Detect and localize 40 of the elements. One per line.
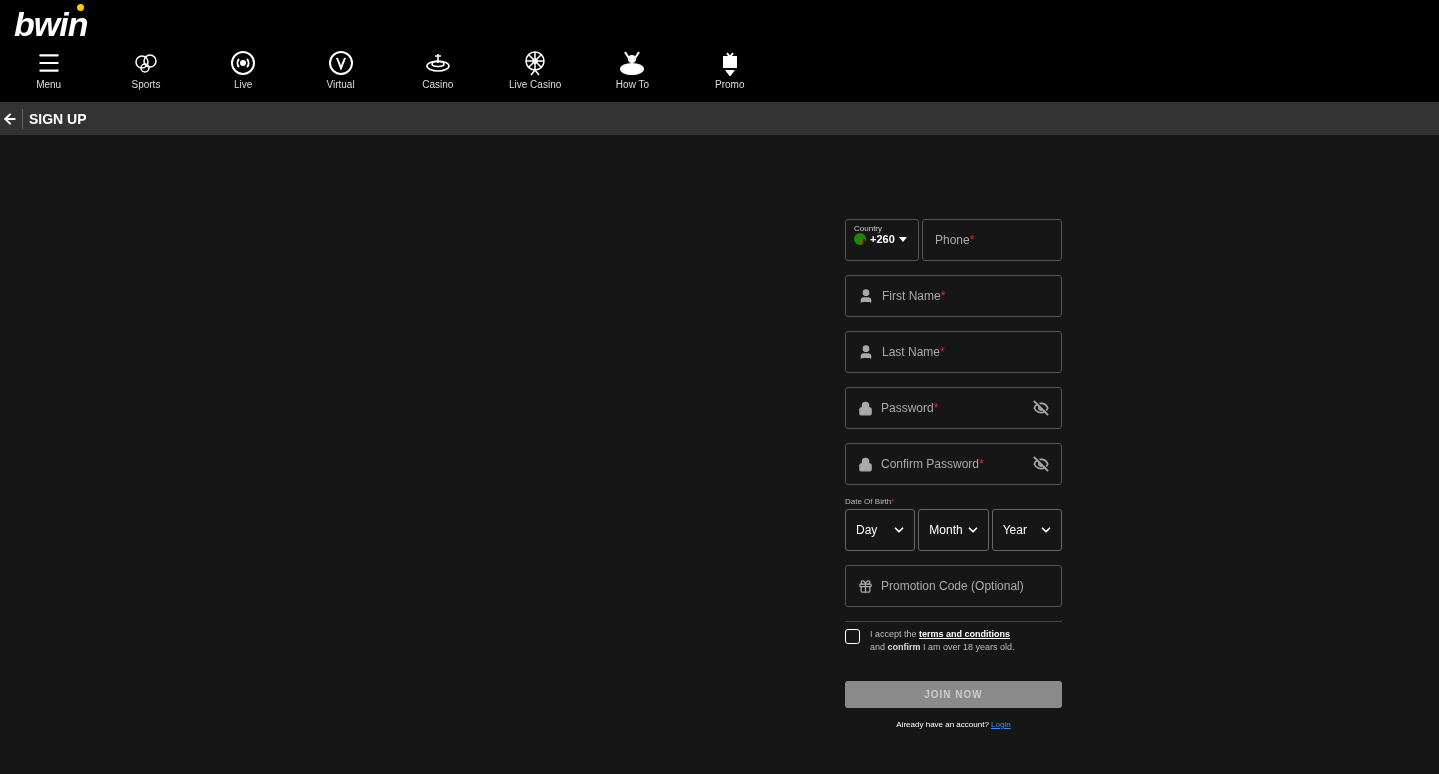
bwin-logo[interactable]: bwin xyxy=(14,7,88,41)
flag-icon xyxy=(854,233,866,245)
live-icon xyxy=(230,50,257,76)
lock-icon xyxy=(858,456,873,472)
figure-icon xyxy=(619,50,646,76)
eye-off-icon[interactable] xyxy=(1033,400,1049,416)
caret-icon xyxy=(898,236,907,242)
terms-checkbox[interactable] xyxy=(845,629,860,644)
country-code: +260 xyxy=(870,233,895,245)
login-link[interactable]: Login xyxy=(991,720,1011,729)
phone-field[interactable]: Phone* xyxy=(922,219,1062,261)
nav-item[interactable]: Live xyxy=(194,48,292,90)
name-field[interactable]: First Name* xyxy=(845,275,1062,317)
nav-item[interactable]: Live Casino xyxy=(486,48,584,90)
nav-item[interactable]: Promo xyxy=(681,48,779,90)
terms-text: I accept the terms and conditions and confirm I am over 18 years old. xyxy=(870,628,1015,654)
password-field[interactable]: Password* xyxy=(845,387,1062,429)
virtual-icon xyxy=(327,50,354,76)
country-select[interactable]: Country +260 xyxy=(845,219,919,261)
nav-item[interactable]: Sports xyxy=(97,48,195,90)
password-field[interactable]: Confirm Password* xyxy=(845,443,1062,485)
gift-icon xyxy=(858,578,873,594)
person-icon xyxy=(858,288,874,304)
page-title: SIGN UP xyxy=(29,110,87,127)
nav-item[interactable]: How To xyxy=(583,48,682,90)
name-field[interactable]: Last Name* xyxy=(845,331,1062,373)
person-icon xyxy=(858,344,874,360)
date-of-birth-label: Date Of Birth* xyxy=(845,497,896,506)
promo-code-field[interactable]: Promotion Code (Optional) xyxy=(845,565,1062,607)
login-prompt: Already have an account? Login xyxy=(895,720,1012,729)
lock-icon xyxy=(858,400,873,416)
nav-item[interactable]: Casino xyxy=(389,48,487,90)
country-label: Country xyxy=(854,224,883,233)
date-select[interactable]: Month xyxy=(918,509,989,551)
eye-off-icon[interactable] xyxy=(1033,456,1049,472)
date-select[interactable]: Year xyxy=(991,509,1062,551)
nav-item[interactable]: Virtual xyxy=(291,48,390,90)
date-select[interactable]: Day xyxy=(845,509,916,551)
terms-link[interactable]: terms and conditions xyxy=(919,629,1011,639)
nav-item[interactable]: Menu xyxy=(0,48,98,90)
